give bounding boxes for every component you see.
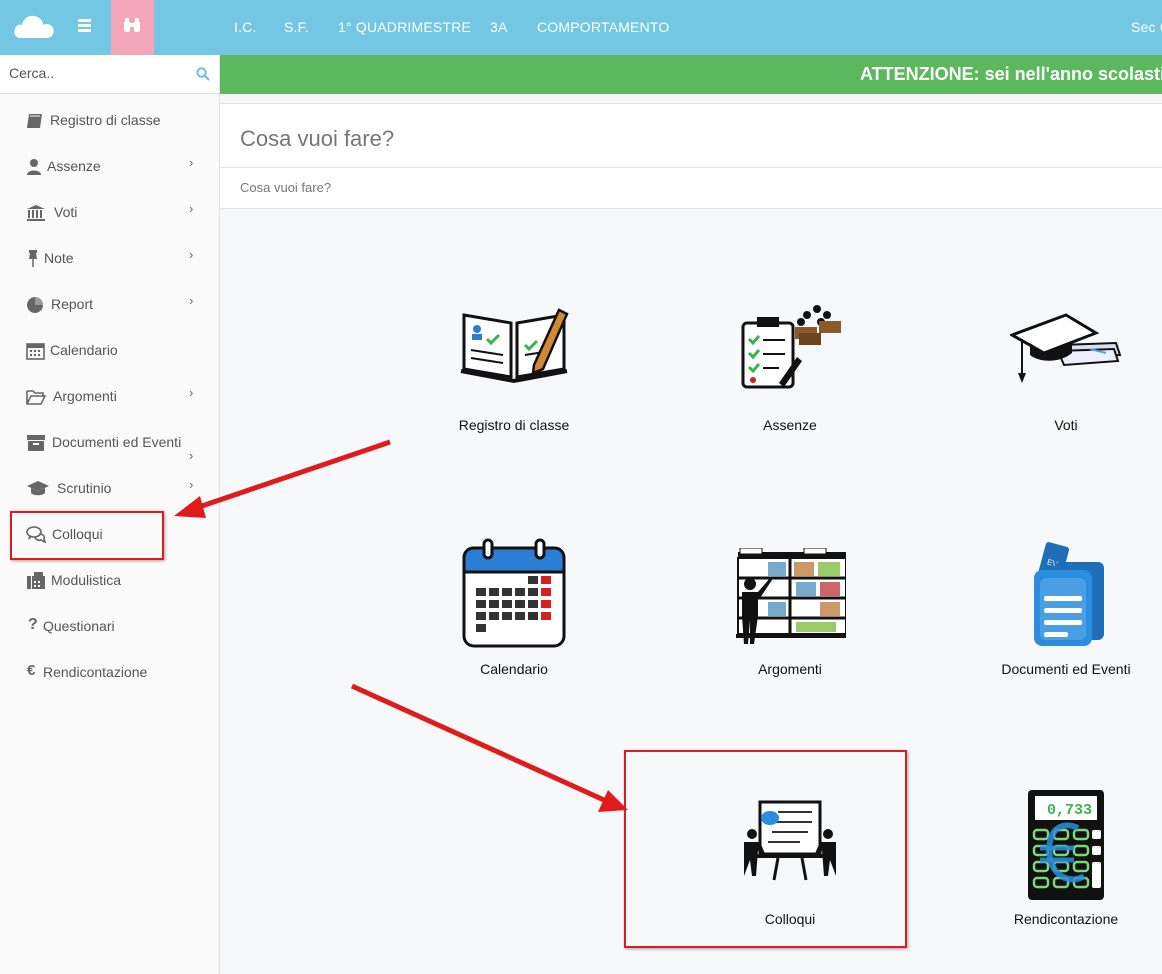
tile-voti[interactable]: Voti xyxy=(981,305,1151,445)
sidebar-search xyxy=(0,55,219,94)
search-icon[interactable] xyxy=(196,67,210,81)
tile-rendicontazione[interactable]: 0,733 Rendicontazione xyxy=(981,788,1151,928)
tile-calendario[interactable]: Calendario xyxy=(429,538,599,678)
arrow-to-tile-colloqui xyxy=(350,683,628,812)
sidebar-item-label: Voti xyxy=(54,204,78,220)
pie-chart-icon xyxy=(27,297,43,313)
sidebar-item-calendario[interactable]: Calendario xyxy=(0,330,219,370)
tile-label: Voti xyxy=(1054,417,1078,433)
sidebar-item-label: Questionari xyxy=(43,618,115,634)
tile-label: Argomenti xyxy=(758,661,822,677)
tile-argomenti[interactable]: Argomenti xyxy=(705,548,875,688)
highlight-box-sidebar-colloqui xyxy=(10,511,164,560)
user-icon xyxy=(27,159,41,175)
tile-documenti[interactable]: EVEN Documenti ed Eventi xyxy=(981,540,1151,680)
pin-icon xyxy=(29,250,37,267)
chevron-right-icon: › xyxy=(189,247,194,262)
calendar-icon xyxy=(462,538,566,648)
nav-class[interactable]: 3A xyxy=(490,19,508,35)
sidebar-item-rendicontazione[interactable]: € Rendicontazione xyxy=(0,652,219,692)
documents-events-icon: EVEN xyxy=(1034,542,1104,646)
breadcrumb: Cosa vuoi fare? xyxy=(240,180,332,195)
sidebar-item-label: Report xyxy=(51,296,94,312)
divider xyxy=(220,167,1162,168)
menu-toggle-icon[interactable] xyxy=(78,17,100,37)
sidebar-item-label: Argomenti xyxy=(53,388,117,404)
cloud-logo-icon[interactable] xyxy=(12,10,56,42)
sidebar-item-modulistica[interactable]: Modulistica xyxy=(0,560,219,600)
sidebar-item-scrutinio[interactable]: Scrutinio › xyxy=(0,468,219,508)
nav-period[interactable]: 1° QUADRIMESTRE xyxy=(338,19,471,35)
folder-open-icon xyxy=(26,390,46,405)
sidebar-item-label: Rendicontazione xyxy=(43,664,148,680)
nav-subject[interactable]: COMPORTAMENTO xyxy=(537,19,670,35)
book-icon xyxy=(27,114,42,128)
nav-institute[interactable]: I.C. xyxy=(234,19,257,35)
sidebar-item-registro[interactable]: Registro di classe xyxy=(0,100,219,140)
sidebar-item-label: Scrutinio xyxy=(57,480,112,496)
tile-registro[interactable]: Registro di classe xyxy=(429,305,599,445)
chevron-right-icon: › xyxy=(189,201,194,216)
chevron-right-icon: › xyxy=(189,385,194,400)
bank-icon xyxy=(27,205,45,221)
sidebar-item-voti[interactable]: Voti › xyxy=(0,192,219,232)
sidebar-item-argomenti[interactable]: Argomenti › xyxy=(0,376,219,416)
calculator-icon: 0,733 xyxy=(1028,790,1104,900)
chevron-right-icon: › xyxy=(189,477,194,492)
search-input[interactable] xyxy=(0,55,189,91)
sidebar-item-assenze[interactable]: Assenze › xyxy=(0,146,219,186)
chevron-right-icon: › xyxy=(189,293,194,308)
sidebar-item-label: Calendario xyxy=(50,342,118,358)
tile-assenze[interactable]: Assenze xyxy=(705,305,875,445)
home-button[interactable] xyxy=(111,0,154,55)
banner-text: ATTENZIONE: sei nell'anno scolastico xyxy=(860,64,1162,84)
calendar-icon xyxy=(26,343,45,360)
tile-label: Assenze xyxy=(763,417,817,433)
open-book-icon xyxy=(460,308,569,384)
sidebar-item-report[interactable]: Report › xyxy=(0,284,219,324)
sidebar-item-documenti[interactable]: Documenti ed Eventi › xyxy=(0,422,219,463)
highlight-box-tile-colloqui xyxy=(624,750,907,948)
archive-icon xyxy=(27,435,45,451)
bookshelf-teacher-icon xyxy=(736,548,846,644)
nav-school[interactable]: S.F. xyxy=(284,19,309,35)
top-bar: I.C. S.F. 1° QUADRIMESTRE 3A COMPORTAMEN… xyxy=(0,0,1162,55)
tile-label: Documenti ed Eventi xyxy=(1001,661,1131,677)
binoculars-icon xyxy=(124,18,140,32)
sidebar-item-label: Registro di classe xyxy=(50,112,161,128)
graduation-cap-icon xyxy=(1010,313,1122,383)
sidebar-item-label: Note xyxy=(44,250,74,266)
fax-icon xyxy=(27,572,45,589)
page-header-panel: Cosa vuoi fare? Cosa vuoi fare? xyxy=(220,103,1162,209)
tile-label: Rendicontazione xyxy=(1013,911,1119,927)
sidebar-item-label: Modulistica xyxy=(51,572,122,588)
calculator-display: 0,733 xyxy=(1047,802,1092,819)
page-title: Cosa vuoi fare? xyxy=(240,126,395,151)
sidebar-item-questionari[interactable]: ? Questionari xyxy=(0,606,219,646)
sidebar-item-note[interactable]: Note › xyxy=(0,238,219,278)
checklist-attendance-icon xyxy=(741,305,841,389)
chevron-right-icon: › xyxy=(189,155,194,170)
sidebar-item-label: Assenze xyxy=(47,158,101,174)
sidebar-item-label: Documenti ed Eventi xyxy=(52,434,182,450)
tile-label: Calendario xyxy=(480,661,548,677)
nav-user[interactable]: Sec C xyxy=(1131,19,1162,35)
graduation-cap-icon xyxy=(27,481,49,496)
chevron-right-icon: › xyxy=(189,448,194,463)
tile-label: Registro di classe xyxy=(458,417,570,433)
warning-banner: ATTENZIONE: sei nell'anno scolastico xyxy=(220,55,1162,94)
